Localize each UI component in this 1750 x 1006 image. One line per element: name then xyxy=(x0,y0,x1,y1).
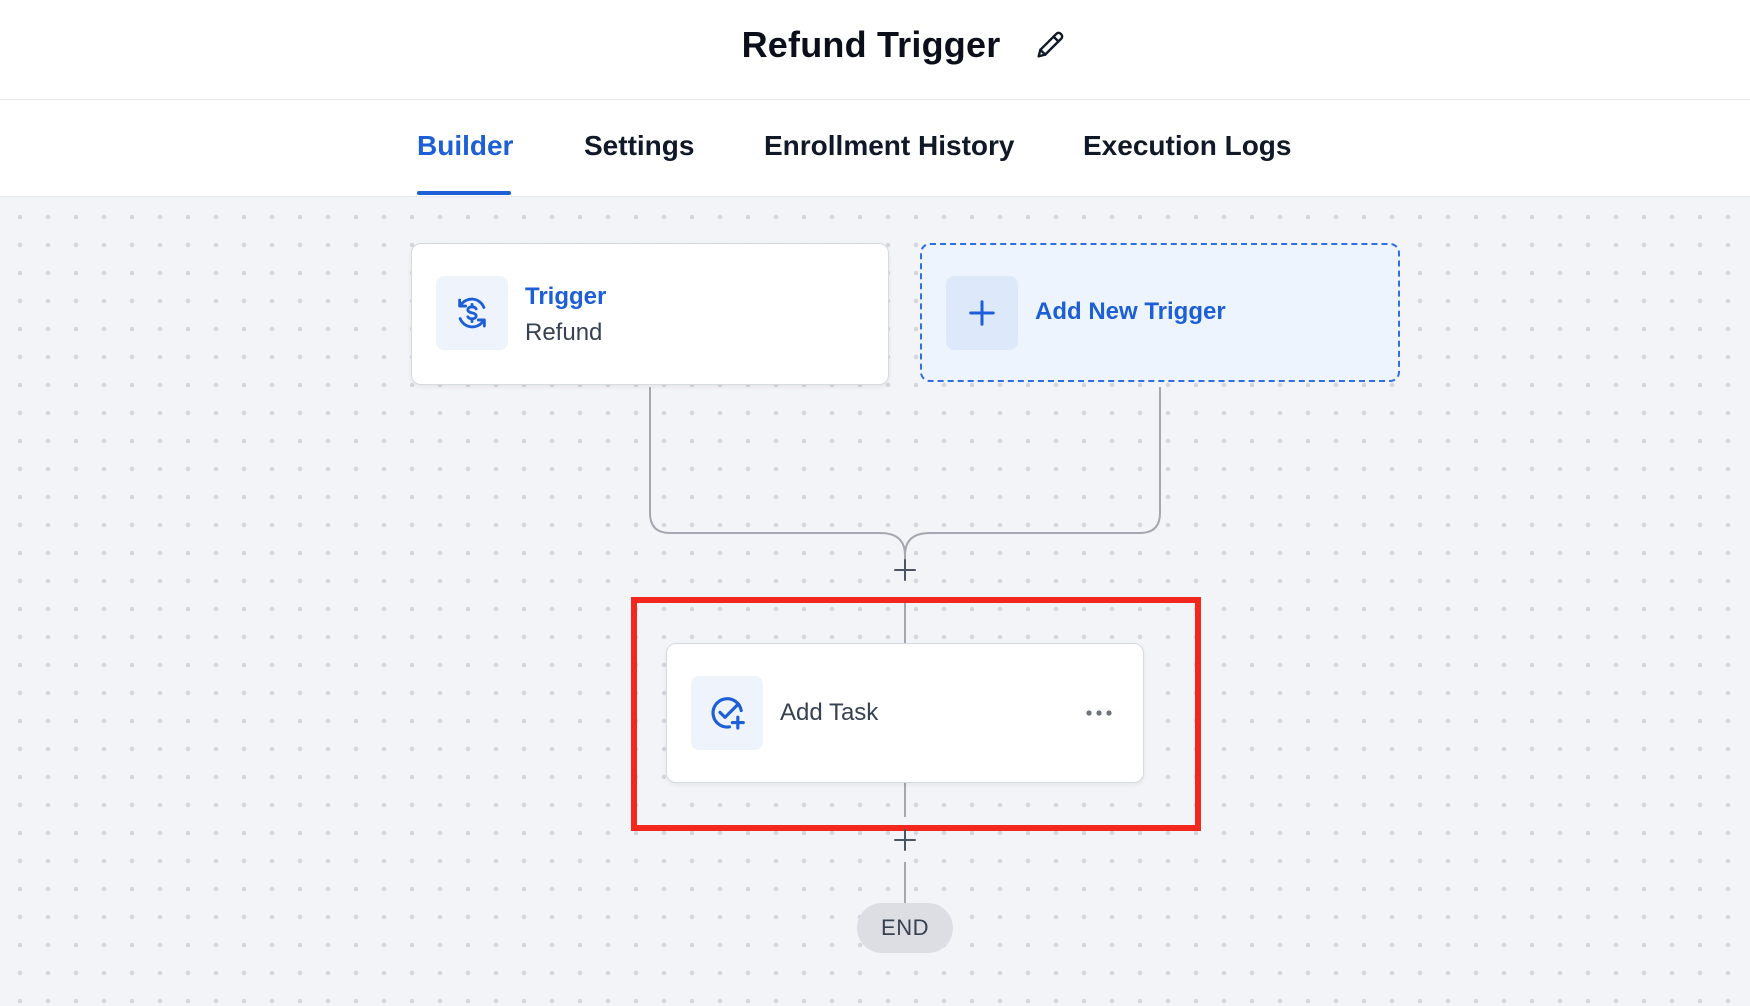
add-step-button-top[interactable] xyxy=(890,555,920,585)
plus-icon xyxy=(894,829,916,851)
task-label: Add Task xyxy=(780,699,879,726)
active-tab-indicator xyxy=(417,191,511,195)
refund-dollar-icon xyxy=(458,297,486,329)
tab-bar: Builder Settings Enrollment History Exec… xyxy=(0,100,1750,197)
tab-enrollment-history[interactable]: Enrollment History xyxy=(764,130,1014,162)
edit-title-button[interactable] xyxy=(1030,25,1070,65)
trigger-label: Trigger xyxy=(525,283,607,310)
pencil-icon xyxy=(1037,31,1064,58)
end-node: END xyxy=(857,903,953,953)
add-trigger-icon-box xyxy=(946,276,1018,350)
tab-builder[interactable]: Builder xyxy=(417,130,513,162)
trigger-icon-box xyxy=(436,276,508,350)
plus-icon xyxy=(969,300,995,326)
trigger-value: Refund xyxy=(525,319,603,346)
add-new-trigger-label: Add New Trigger xyxy=(1035,298,1226,325)
tab-settings[interactable]: Settings xyxy=(584,130,694,162)
add-new-trigger-button[interactable]: Add New Trigger xyxy=(920,243,1400,382)
task-menu-button[interactable] xyxy=(1081,699,1117,727)
workflow-canvas[interactable]: Trigger Refund Add New Trigger Add Task xyxy=(0,197,1750,1006)
more-horizontal-icon xyxy=(1086,710,1112,716)
plus-icon xyxy=(894,559,916,581)
tab-execution-logs[interactable]: Execution Logs xyxy=(1083,130,1291,162)
task-check-plus-icon xyxy=(711,697,745,730)
page-title: Refund Trigger xyxy=(741,24,1001,65)
title-group: Refund Trigger xyxy=(0,20,1750,70)
add-task-card[interactable]: Add Task xyxy=(666,643,1144,783)
task-icon-box xyxy=(691,676,763,750)
add-step-button-bottom[interactable] xyxy=(890,825,920,855)
header-bar: Refund Trigger xyxy=(0,0,1750,100)
trigger-card[interactable]: Trigger Refund xyxy=(411,243,889,385)
